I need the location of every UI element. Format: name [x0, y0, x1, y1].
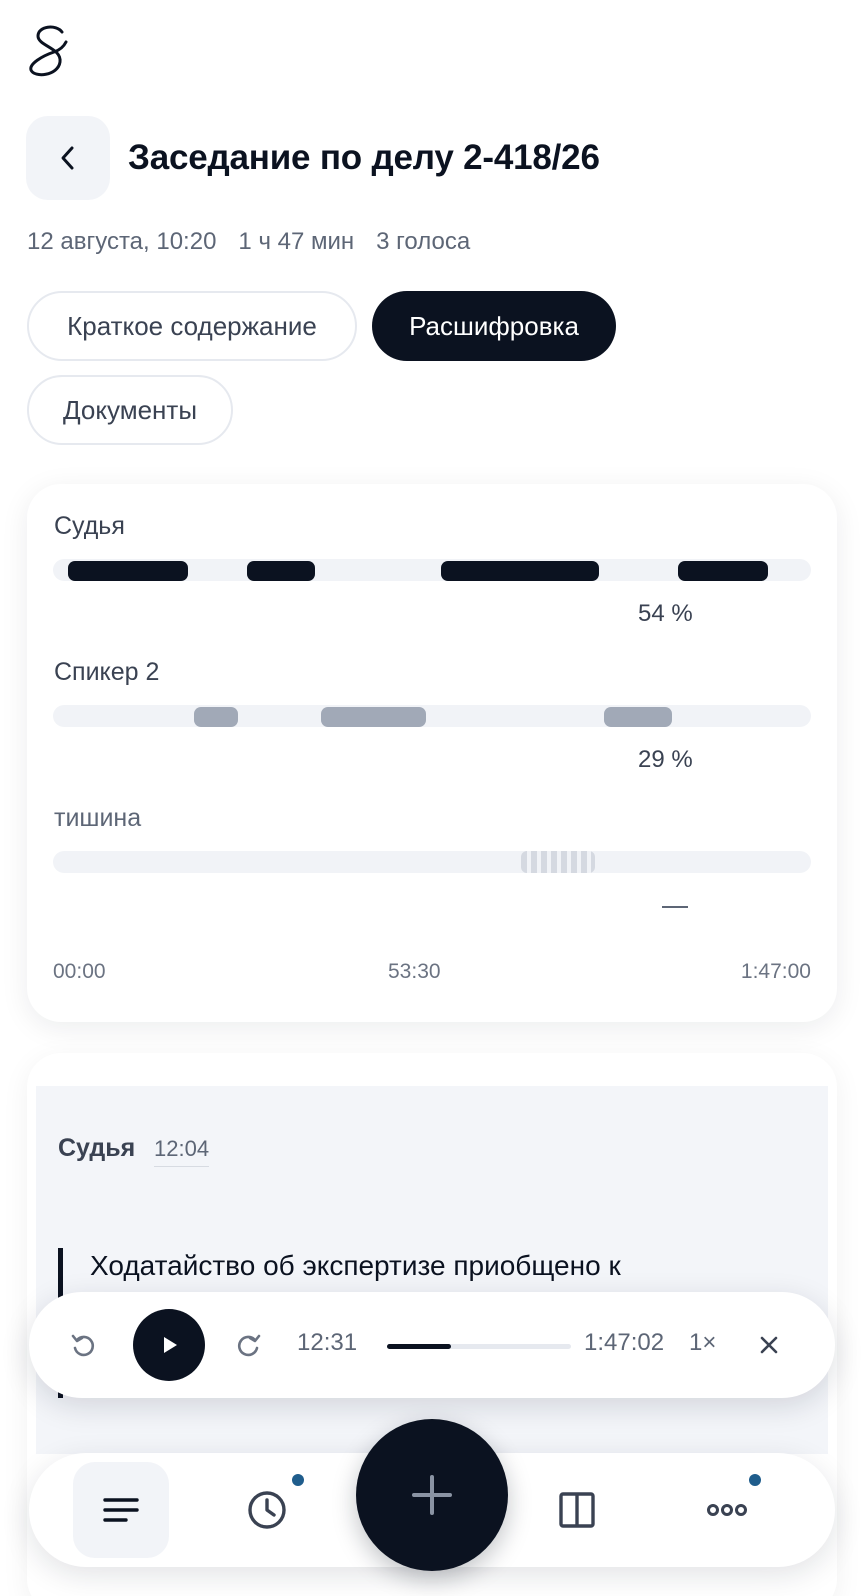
tab-transcript-label: Расшифровка	[409, 310, 579, 341]
speaker-track-silence[interactable]	[53, 851, 811, 873]
speech-segment	[321, 707, 426, 727]
tabbar-more[interactable]	[699, 1482, 755, 1538]
notification-dot	[292, 1474, 304, 1486]
back-button[interactable]	[26, 116, 110, 200]
forward-button[interactable]	[231, 1327, 267, 1363]
forward-icon	[237, 1334, 261, 1357]
speech-segment	[441, 561, 599, 581]
play-icon	[164, 1337, 177, 1353]
speaker-timeline-card: Судья 54 % Спикер 2 29 % тишина 00:00 53…	[27, 484, 837, 1022]
tabbar-split-view[interactable]	[549, 1482, 605, 1538]
list-icon	[103, 1498, 139, 1522]
speaker-label-speaker-2: Спикер 2	[54, 658, 160, 686]
rewind-icon	[71, 1334, 95, 1357]
session-date: 12 августа, 10:20	[27, 228, 217, 255]
speech-segment	[604, 707, 672, 727]
speaker-share-speaker-2: 29 %	[638, 746, 693, 773]
player-current-time: 12:31	[297, 1329, 358, 1356]
notification-dot	[749, 1474, 761, 1486]
playback-speed-button[interactable]: 1×	[689, 1329, 716, 1357]
speaker-track-judge[interactable]	[53, 559, 811, 581]
session-meta: 12 августа, 10:20 1 ч 47 мин 3 голоса	[27, 228, 470, 256]
tab-summary-label: Краткое содержание	[67, 310, 317, 341]
chevron-left-icon	[61, 146, 74, 170]
play-button[interactable]	[133, 1309, 205, 1381]
silence-segment	[521, 851, 595, 873]
transcript-speaker: Судья	[58, 1134, 136, 1162]
speaker-label-silence: тишина	[54, 804, 142, 832]
tabbar-history[interactable]	[239, 1482, 295, 1538]
speech-segment	[247, 561, 315, 581]
tab-transcript[interactable]: Расшифровка	[372, 291, 616, 361]
player-progress-fill	[387, 1344, 452, 1349]
plus-icon	[412, 1475, 452, 1515]
player-progress-bar[interactable]	[387, 1344, 571, 1349]
split-view-icon	[559, 1492, 595, 1528]
clock-icon	[248, 1491, 286, 1529]
audio-player: 12:31 1:47:02 1×	[29, 1292, 835, 1398]
tab-documents[interactable]: Документы	[27, 375, 233, 445]
close-icon	[760, 1336, 778, 1354]
timeline-axis-start: 00:00	[53, 960, 106, 983]
rewind-button[interactable]	[65, 1327, 101, 1363]
tabbar-list[interactable]	[73, 1462, 169, 1558]
speech-segment	[678, 561, 768, 581]
speaker-share-silence	[662, 906, 688, 908]
speech-segment	[194, 707, 238, 727]
speaker-share-judge: 54 %	[638, 600, 693, 627]
add-button[interactable]	[356, 1419, 508, 1571]
transcript-entry[interactable]: Судья 12:04 Ходатайство об экспертизе пр…	[36, 1086, 828, 1454]
page-title: Заседание по делу 2-418/26	[128, 138, 600, 177]
speaker-label-judge: Судья	[54, 512, 125, 540]
player-total-time: 1:47:02	[584, 1329, 665, 1356]
session-voices: 3 голоса	[376, 228, 471, 255]
speech-segment	[68, 561, 188, 581]
close-player-button[interactable]	[751, 1327, 787, 1363]
session-duration: 1 ч 47 мин	[238, 228, 355, 255]
transcript-timestamp[interactable]: 12:04	[154, 1136, 210, 1167]
transcript-text: Ходатайство об экспертизе приобщено к	[90, 1250, 621, 1281]
page-header: Заседание по делу 2-418/26	[26, 116, 838, 200]
timeline-axis-mid: 53:30	[388, 960, 441, 983]
tab-documents-label: Документы	[62, 394, 198, 425]
speaker-track-speaker-2[interactable]	[53, 705, 811, 727]
more-icon	[707, 1504, 747, 1516]
timeline-axis-end: 1:47:00	[740, 960, 811, 983]
tab-summary[interactable]: Краткое содержание	[27, 291, 357, 361]
app-logo	[29, 25, 68, 77]
